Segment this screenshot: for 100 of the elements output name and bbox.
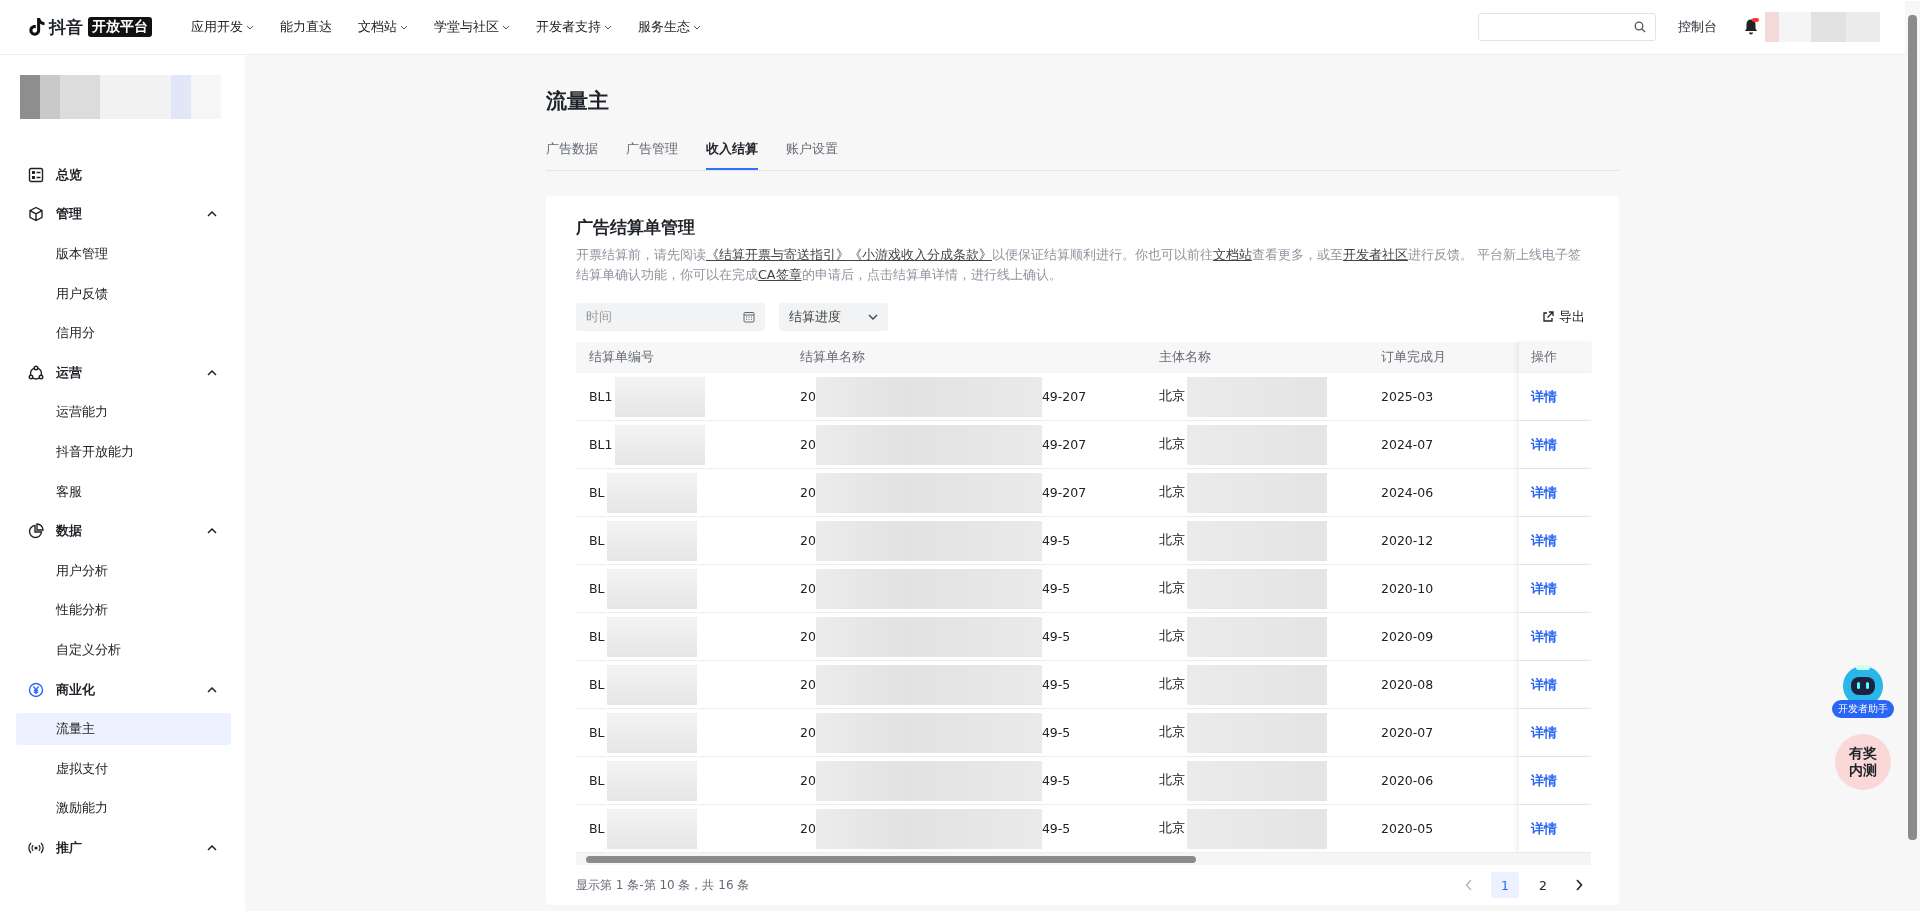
next-page-icon[interactable]: [1575, 879, 1583, 891]
nav-link[interactable]: 能力直达: [267, 18, 345, 36]
nav-link[interactable]: 开发者支持: [523, 18, 625, 36]
table-cell: 49-5: [1041, 821, 1071, 836]
table-cell: BL: [589, 533, 605, 548]
beta-badge[interactable]: 有奖内测: [1835, 734, 1891, 790]
table-cell: 北京: [1159, 484, 1185, 501]
detail-link[interactable]: 详情: [1531, 723, 1557, 742]
table-cell: 49-5: [1041, 533, 1071, 548]
table-cell: 北京: [1159, 772, 1185, 789]
table-cell: 北京: [1159, 580, 1185, 597]
menu-item[interactable]: 激励能力: [16, 792, 231, 825]
console-link[interactable]: 控制台: [1678, 18, 1717, 36]
detail-link[interactable]: 详情: [1531, 387, 1557, 406]
table-cell: 20: [800, 773, 816, 788]
table-cell: BL: [589, 821, 605, 836]
logo-text: 抖音: [49, 15, 83, 39]
table-cell: 20: [800, 533, 816, 548]
cube-icon: [28, 206, 44, 223]
detail-link[interactable]: 详情: [1531, 579, 1557, 598]
menu-group[interactable]: 运营: [16, 352, 231, 393]
horizontal-scrollbar[interactable]: [576, 853, 1591, 865]
table-cell: 2020-05: [1381, 821, 1434, 836]
nav-link[interactable]: 文档站: [345, 18, 421, 36]
text-link[interactable]: 开发者社区: [1343, 247, 1408, 262]
menu-item[interactable]: 用户反馈: [16, 277, 231, 310]
menu-item[interactable]: 流量主: [16, 713, 231, 746]
table-cell: BL: [589, 725, 605, 740]
tab[interactable]: 账户设置: [786, 141, 838, 170]
table-cell: 2020-12: [1381, 533, 1434, 548]
table-cell: 北京: [1159, 388, 1185, 405]
menu-group[interactable]: 推广: [16, 828, 231, 868]
logo-badge: 开放平台: [88, 17, 152, 37]
menu-item[interactable]: 信用分: [16, 317, 231, 350]
table-cell: 2020-06: [1381, 773, 1434, 788]
menu-item[interactable]: 性能分析: [16, 594, 231, 627]
status-dropdown[interactable]: 结算进度: [779, 303, 888, 331]
table-cell: 2020-08: [1381, 677, 1434, 692]
menu-item[interactable]: 自定义分析: [16, 633, 231, 666]
yen-icon: [28, 681, 44, 698]
tab[interactable]: 广告管理: [626, 141, 678, 170]
table-cell: 2020-07: [1381, 725, 1434, 740]
table-cell: 2024-07: [1381, 437, 1434, 452]
table-cell: 49-207: [1041, 389, 1087, 404]
table-cell: BL1: [589, 437, 613, 452]
detail-link[interactable]: 详情: [1531, 675, 1557, 694]
table-cell: 49-5: [1041, 725, 1071, 740]
menu-item[interactable]: 运营能力: [16, 396, 231, 429]
export-button[interactable]: 导出: [1542, 308, 1591, 326]
table-cell: 20: [800, 725, 816, 740]
table-cell: BL: [589, 773, 605, 788]
tab[interactable]: 收入结算: [706, 141, 758, 170]
menu-group[interactable]: 商业化: [16, 669, 231, 710]
table-cell: 20: [800, 629, 816, 644]
chevron-icon: [868, 314, 878, 320]
text-link[interactable]: 文档站: [1213, 247, 1252, 262]
menu-group[interactable]: 总览: [16, 155, 231, 195]
pagination-summary: 显示第 1 条-第 10 条，共 16 条: [576, 876, 750, 894]
search-field[interactable]: [1478, 13, 1656, 41]
table-cell: BL1: [589, 389, 613, 404]
menu-group[interactable]: 管理: [16, 194, 231, 235]
text-link[interactable]: 《结算开票与寄送指引》《小游戏收入分成条款》: [706, 247, 992, 262]
page-button[interactable]: 1: [1491, 872, 1519, 898]
list-icon: [28, 166, 44, 183]
table-cell: 北京: [1159, 436, 1185, 453]
text-link[interactable]: CA签章: [758, 267, 802, 282]
table-cell: BL: [589, 581, 605, 596]
search-icon: [1634, 21, 1646, 33]
table-cell: BL: [589, 629, 605, 644]
table-cell: BL: [589, 485, 605, 500]
menu-item[interactable]: 版本管理: [16, 238, 231, 270]
menu-group[interactable]: 数据: [16, 511, 231, 551]
detail-link[interactable]: 详情: [1531, 531, 1557, 550]
nav-link[interactable]: 服务生态: [625, 18, 714, 36]
table-cell: 49-5: [1041, 581, 1071, 596]
nav-link[interactable]: 学堂与社区: [421, 18, 523, 36]
external-link-icon: [1542, 311, 1554, 323]
menu-item[interactable]: 抖音开放能力: [16, 435, 231, 468]
table-cell: 北京: [1159, 532, 1185, 549]
menu-item[interactable]: 虚拟支付: [16, 752, 231, 785]
description-text: 开票结算前，请先阅读《结算开票与寄送指引》《小游戏收入分成条款》以便保证结算顺利进行。你也可以前往文档站查看更多，或至开发者社区进行反馈。 平台新上线电子签结算单确认功能，你可以在完成CA签章的申请后，点击结算单详情，进行线上确认。: [576, 246, 1583, 284]
nav-link[interactable]: 应用开发: [178, 18, 267, 36]
table-cell: 49-207: [1041, 485, 1087, 500]
section-title: 广告结算单管理: [576, 216, 696, 239]
menu-item[interactable]: 客服: [16, 475, 231, 508]
tab[interactable]: 广告数据: [546, 141, 598, 170]
table-cell: 49-207: [1041, 437, 1087, 452]
menu-item[interactable]: 用户分析: [16, 554, 231, 587]
detail-link[interactable]: 详情: [1531, 819, 1557, 838]
bell-icon[interactable]: [1743, 18, 1759, 36]
detail-link[interactable]: 详情: [1531, 483, 1557, 502]
detail-link[interactable]: 详情: [1531, 771, 1557, 790]
previous-page-icon[interactable]: [1465, 879, 1473, 891]
assistant-button[interactable]: 开发者助手: [1832, 662, 1894, 718]
table-cell: 北京: [1159, 820, 1185, 837]
table-cell: 北京: [1159, 676, 1185, 693]
detail-link[interactable]: 详情: [1531, 627, 1557, 646]
detail-link[interactable]: 详情: [1531, 435, 1557, 454]
table-cell: BL: [589, 677, 605, 692]
page-button[interactable]: 2: [1529, 872, 1557, 898]
